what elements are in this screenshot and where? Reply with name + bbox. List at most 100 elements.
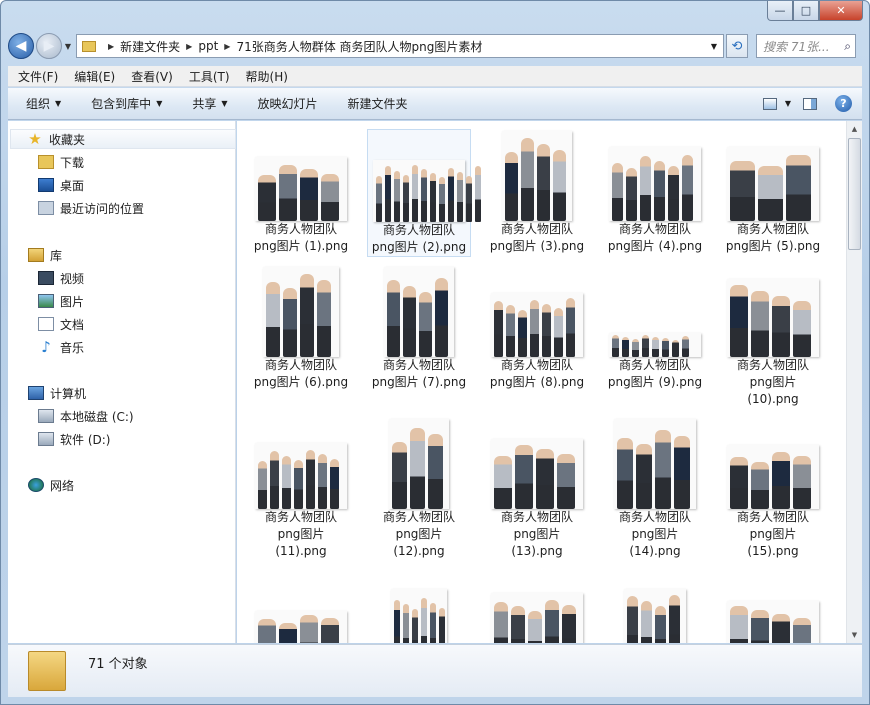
search-icon[interactable]: ⌕ [844,39,851,54]
breadcrumb-new-folder[interactable]: 新建文件夹 [120,38,180,55]
chevron-right-icon[interactable]: ▶ [224,42,230,51]
forward-button[interactable]: ▶ [36,33,62,59]
file-name-line: 商务人物团队 [264,510,337,524]
file-item[interactable]: 商务人物团队 png图片 (1).png [249,129,353,255]
search-input[interactable]: 搜索 71张... ⌕ [756,34,856,58]
file-name-line: 商务人物团队 [382,223,455,237]
file-item[interactable]: 商务人物团队 png图片 (2).png [367,129,481,257]
scroll-up-icon[interactable]: ▲ [847,121,862,137]
new-folder-button[interactable]: 新建文件夹 [348,95,408,112]
preview-pane-icon[interactable] [803,97,817,110]
chevron-right-icon[interactable]: ▶ [186,42,192,51]
person-figure [674,436,690,509]
scrollbar-thumb[interactable] [848,138,861,250]
menu-edit[interactable]: 编辑(E) [74,68,115,85]
person-figure [430,603,436,643]
include-in-library-button[interactable]: 包含到库中 ▼ [91,95,162,112]
new-folder-label: 新建文件夹 [347,97,408,111]
breadcrumb-current-folder[interactable]: 71张商务人物群体 商务团队人物png图片素材 [236,38,482,55]
back-arrow-icon: ◀ [15,38,27,54]
person-figure [306,450,315,509]
menu-tools[interactable]: 工具(T) [189,68,230,85]
star-icon: ★ [28,130,42,148]
person-figure [682,336,689,357]
image-thumbnail [727,147,819,221]
refresh-button[interactable]: ⟲ [726,34,748,58]
vertical-scrollbar[interactable]: ▲ ▼ [846,121,862,643]
computer-icon [28,386,44,400]
breadcrumb-ppt[interactable]: ppt [198,39,218,53]
file-item[interactable]: 商务人物团队 png图片 (5).png [721,129,825,255]
view-dropdown-icon[interactable]: ▼ [785,99,791,108]
maximize-button[interactable]: □ [793,1,819,21]
file-item[interactable]: 商务人物团队 png图片 (11).png [249,417,353,560]
address-dropdown-icon[interactable]: ▼ [705,42,723,51]
organize-button[interactable]: 组织 ▼ [26,95,61,112]
scroll-down-icon[interactable]: ▼ [847,627,862,643]
nav-favorites[interactable]: ★ 收藏夹 [10,129,236,149]
back-button[interactable]: ◀ [8,33,34,59]
file-item[interactable]: 商务人物团队 png图片 (7).png [367,265,471,391]
image-thumbnail [491,593,583,643]
file-name-line: png图片 (8).png [489,375,585,389]
nav-videos[interactable]: 视频 [38,268,84,288]
file-name-line: 商务人物团队 [736,358,809,372]
file-item[interactable]: 商务人物团队 png图片 (4).png [603,129,707,255]
person-figure [669,595,680,643]
minimize-button[interactable]: — [767,1,793,21]
file-item[interactable]: 商务人物团队 png图片 (12).png [367,417,471,560]
address-bar[interactable]: ▶ 新建文件夹 ▶ ppt ▶ 71张商务人物群体 商务团队人物png图片素材 … [76,34,724,58]
person-figure [662,338,669,357]
nav-documents[interactable]: 文档 [38,314,84,334]
video-icon [38,271,54,285]
file-item[interactable] [249,569,353,643]
nav-label: 软件 (D:) [60,432,111,447]
change-view-icon[interactable] [762,97,777,110]
file-item[interactable]: 商务人物团队 png图片 (3).png [485,129,589,255]
file-item[interactable] [367,569,471,643]
file-item[interactable]: 商务人物团队 png图片 (8).png [485,265,589,391]
file-item[interactable]: 商务人物团队 png图片 (10).png [721,265,825,408]
help-icon[interactable]: ? [835,95,852,112]
nav-music[interactable]: ♪ 音乐 [38,337,84,357]
file-name-line: png图片 [631,527,679,541]
nav-local-disk-c[interactable]: 本地磁盘 (C:) [38,406,134,426]
person-figure [668,166,679,221]
menu-view[interactable]: 查看(V) [131,68,173,85]
menu-help[interactable]: 帮助(H) [246,68,288,85]
recent-pages-dropdown[interactable]: ▼ [62,42,74,51]
file-item[interactable]: 商务人物团队 png图片 (13).png [485,417,589,560]
file-list: 商务人物团队 png图片 (1).png 商务人物团队 png图片 (2).png 商务… [237,121,846,643]
menu-file[interactable]: 文件(F) [18,68,58,85]
slideshow-button[interactable]: 放映幻灯片 [258,95,318,112]
close-button[interactable]: ✕ [819,1,863,21]
file-name-line: 商务人物团队 [500,510,573,524]
file-item[interactable]: 商务人物团队 png图片 (14).png [603,417,707,560]
toolbar-right: ▼ ? [762,95,862,112]
file-name-line: 商务人物团队 [736,510,809,524]
person-figure [435,278,448,357]
nav-computer[interactable]: 计算机 [28,383,86,403]
file-item[interactable] [485,569,589,643]
share-button[interactable]: 共享 ▼ [192,95,227,112]
nav-libraries[interactable]: 库 [28,245,62,265]
file-item[interactable] [603,569,707,643]
nav-downloads[interactable]: 下载 [38,152,84,172]
nav-recent-places[interactable]: 最近访问的位置 [38,198,144,218]
file-item[interactable]: 商务人物团队 png图片 (15).png [721,417,825,560]
file-item[interactable]: 商务人物团队 png图片 (9).png [603,265,707,391]
image-thumbnail [609,147,701,221]
nav-soft-disk-d[interactable]: 软件 (D:) [38,429,110,449]
nav-desktop[interactable]: 桌面 [38,175,84,195]
person-figure [518,310,527,357]
person-figure [655,606,666,643]
nav-network[interactable]: 网络 [28,475,74,495]
file-item[interactable] [721,569,825,643]
file-name-line: 商务人物团队 [618,358,691,372]
person-figure [475,166,481,222]
file-name-line: (15).png [747,544,799,558]
nav-pictures[interactable]: 图片 [38,291,84,311]
chevron-right-icon[interactable]: ▶ [108,42,114,51]
person-figure [317,280,331,357]
file-item[interactable]: 商务人物团队 png图片 (6).png [249,265,353,391]
